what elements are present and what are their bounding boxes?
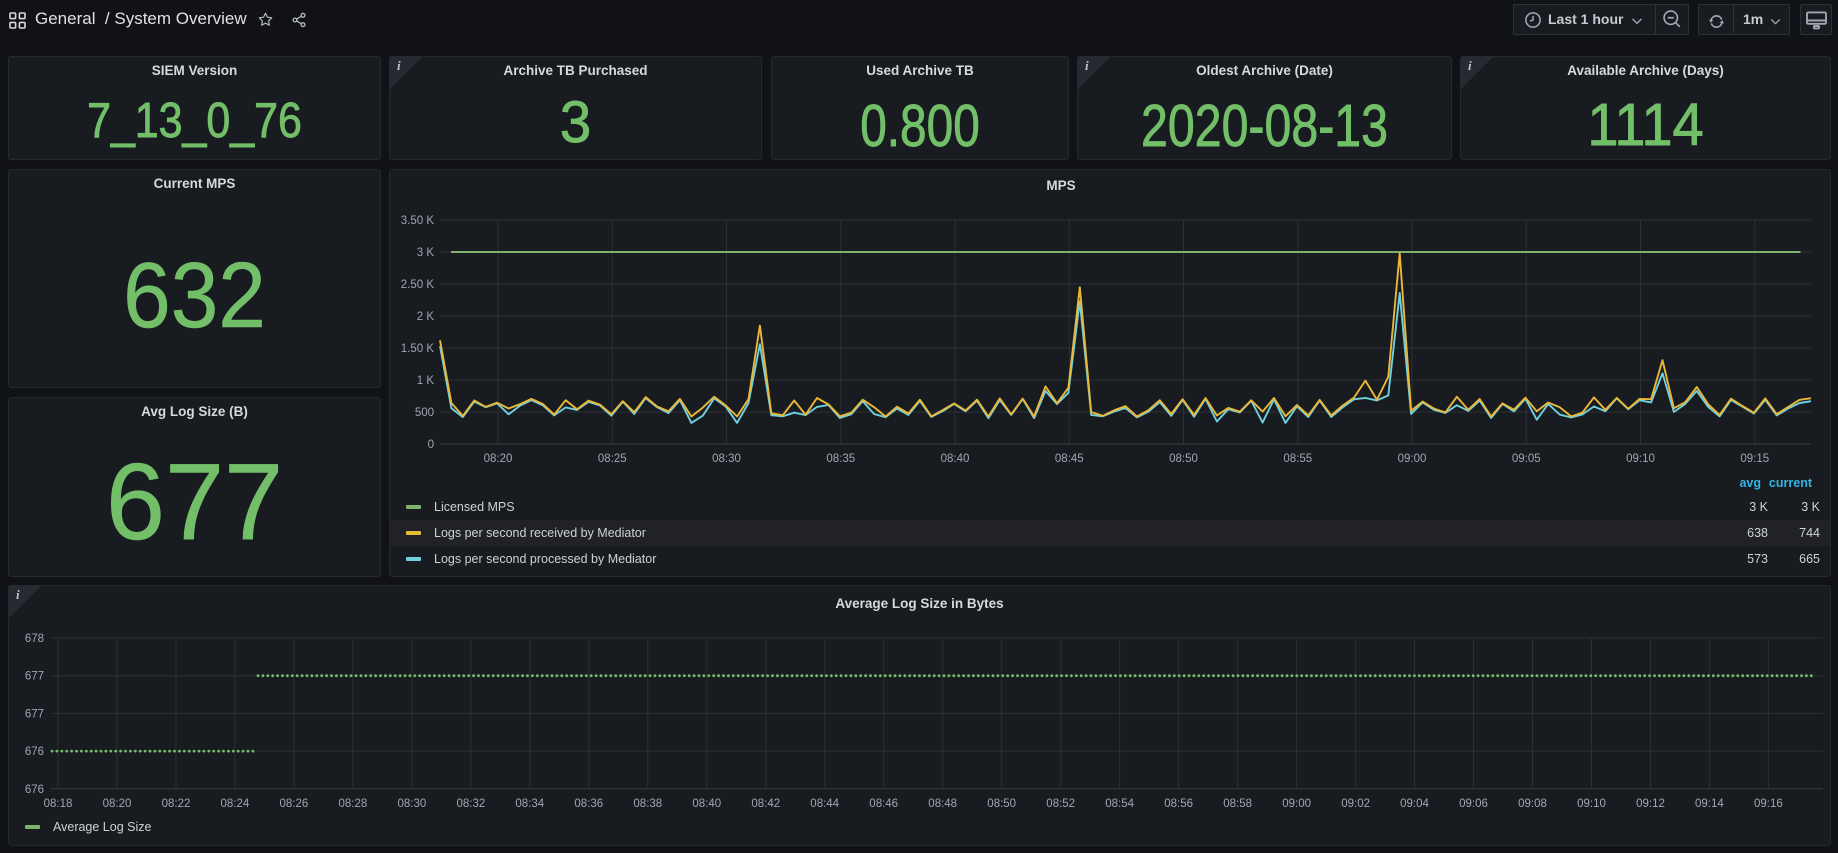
svg-text:09:12: 09:12 xyxy=(1636,798,1665,810)
svg-text:09:06: 09:06 xyxy=(1459,798,1488,810)
svg-text:09:08: 09:08 xyxy=(1518,798,1547,810)
svg-text:08:50: 08:50 xyxy=(1169,453,1198,465)
svg-text:08:28: 08:28 xyxy=(339,798,368,810)
svg-text:09:00: 09:00 xyxy=(1282,798,1311,810)
svg-text:08:20: 08:20 xyxy=(484,453,513,465)
svg-text:08:35: 08:35 xyxy=(826,453,855,465)
svg-text:08:34: 08:34 xyxy=(515,798,544,810)
svg-text:08:50: 08:50 xyxy=(987,798,1016,810)
svg-text:09:10: 09:10 xyxy=(1626,453,1655,465)
svg-text:0: 0 xyxy=(428,439,434,451)
svg-text:1 K: 1 K xyxy=(417,375,435,387)
svg-text:08:20: 08:20 xyxy=(103,798,132,810)
svg-text:09:00: 09:00 xyxy=(1398,453,1427,465)
svg-text:08:55: 08:55 xyxy=(1283,453,1312,465)
svg-text:08:25: 08:25 xyxy=(598,453,627,465)
svg-text:09:05: 09:05 xyxy=(1512,453,1541,465)
svg-text:08:26: 08:26 xyxy=(280,798,309,810)
svg-text:2 K: 2 K xyxy=(417,311,435,323)
svg-text:676: 676 xyxy=(25,784,44,796)
svg-text:3.50 K: 3.50 K xyxy=(401,215,435,227)
svg-text:09:02: 09:02 xyxy=(1341,798,1370,810)
svg-text:08:45: 08:45 xyxy=(1055,453,1084,465)
svg-text:09:16: 09:16 xyxy=(1754,798,1783,810)
svg-text:08:58: 08:58 xyxy=(1223,798,1252,810)
svg-text:08:56: 08:56 xyxy=(1164,798,1193,810)
svg-text:08:46: 08:46 xyxy=(869,798,898,810)
svg-text:2.50 K: 2.50 K xyxy=(401,279,435,291)
svg-text:08:30: 08:30 xyxy=(712,453,741,465)
svg-text:09:14: 09:14 xyxy=(1695,798,1724,810)
svg-text:08:18: 08:18 xyxy=(44,798,73,810)
svg-text:09:15: 09:15 xyxy=(1740,453,1769,465)
svg-text:676: 676 xyxy=(25,746,44,758)
svg-text:08:44: 08:44 xyxy=(810,798,839,810)
svg-text:09:10: 09:10 xyxy=(1577,798,1606,810)
svg-text:08:30: 08:30 xyxy=(398,798,427,810)
svg-text:678: 678 xyxy=(25,633,44,645)
svg-text:08:42: 08:42 xyxy=(751,798,780,810)
svg-text:08:48: 08:48 xyxy=(928,798,957,810)
svg-text:08:54: 08:54 xyxy=(1105,798,1134,810)
svg-text:1.50 K: 1.50 K xyxy=(401,343,435,355)
svg-text:08:38: 08:38 xyxy=(633,798,662,810)
svg-text:09:04: 09:04 xyxy=(1400,798,1429,810)
svg-text:08:22: 08:22 xyxy=(162,798,191,810)
svg-text:08:52: 08:52 xyxy=(1046,798,1075,810)
svg-text:3 K: 3 K xyxy=(417,247,435,259)
svg-text:08:24: 08:24 xyxy=(221,798,250,810)
svg-text:677: 677 xyxy=(25,708,44,720)
svg-text:08:40: 08:40 xyxy=(692,798,721,810)
svg-text:08:40: 08:40 xyxy=(941,453,970,465)
svg-text:677: 677 xyxy=(25,671,44,683)
svg-text:500: 500 xyxy=(415,407,434,419)
svg-text:08:32: 08:32 xyxy=(457,798,486,810)
svg-text:08:36: 08:36 xyxy=(574,798,603,810)
